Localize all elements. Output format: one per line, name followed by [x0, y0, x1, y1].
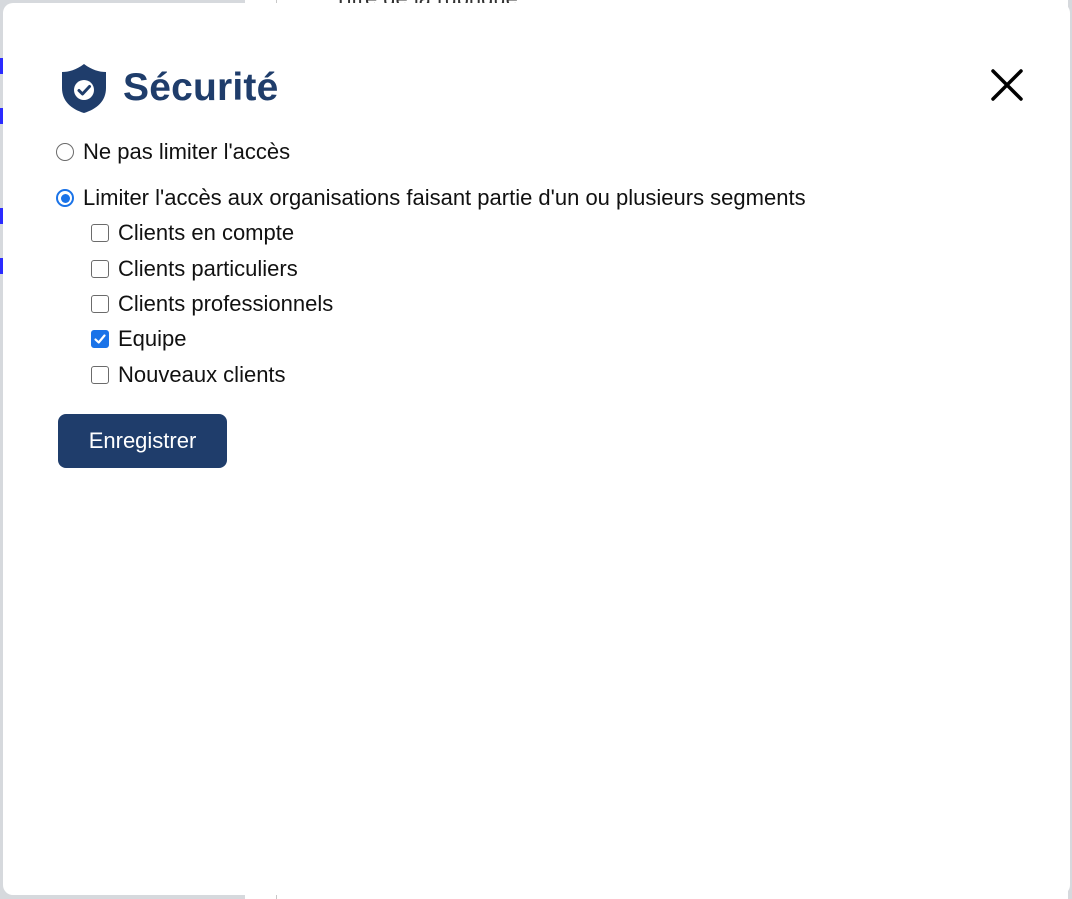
- radio-no-limit[interactable]: [56, 143, 74, 161]
- segment-checkbox[interactable]: [91, 366, 109, 384]
- radio-limit-segments-option[interactable]: Limiter l'accès aux organisations faisan…: [56, 185, 806, 211]
- dialog-title: Sécurité: [123, 66, 279, 109]
- close-icon: [991, 69, 1023, 101]
- segment-label: Clients particuliers: [118, 256, 298, 281]
- segment-label: Clients professionnels: [118, 291, 334, 316]
- segment-item-nouveaux-clients[interactable]: Nouveaux clients: [91, 362, 286, 388]
- segment-checkbox[interactable]: [91, 260, 109, 278]
- dialog-header: Sécurité: [59, 61, 279, 115]
- segment-label: Equipe: [118, 326, 187, 351]
- segment-item-equipe[interactable]: Equipe: [91, 326, 187, 352]
- security-dialog: Sécurité Ne pas limiter l'accès Limiter …: [3, 3, 1070, 895]
- radio-no-limit-option[interactable]: Ne pas limiter l'accès: [56, 139, 290, 165]
- segment-label: Nouveaux clients: [118, 362, 286, 387]
- segment-checkbox[interactable]: [91, 295, 109, 313]
- shield-check-icon: [59, 61, 109, 115]
- segment-label: Clients en compte: [118, 220, 295, 245]
- checkmark-icon: [94, 334, 106, 344]
- segment-item-clients-en-compte[interactable]: Clients en compte: [91, 220, 294, 246]
- radio-limit-segments-label: Limiter l'accès aux organisations faisan…: [83, 185, 806, 210]
- segment-item-clients-particuliers[interactable]: Clients particuliers: [91, 256, 298, 282]
- radio-no-limit-label: Ne pas limiter l'accès: [83, 139, 291, 164]
- radio-limit-segments[interactable]: [56, 189, 74, 207]
- segment-checkbox[interactable]: [91, 224, 109, 242]
- close-button[interactable]: [987, 65, 1027, 105]
- segment-item-clients-professionnels[interactable]: Clients professionnels: [91, 291, 333, 317]
- save-button[interactable]: Enregistrer: [58, 414, 227, 468]
- segment-checkbox[interactable]: [91, 330, 109, 348]
